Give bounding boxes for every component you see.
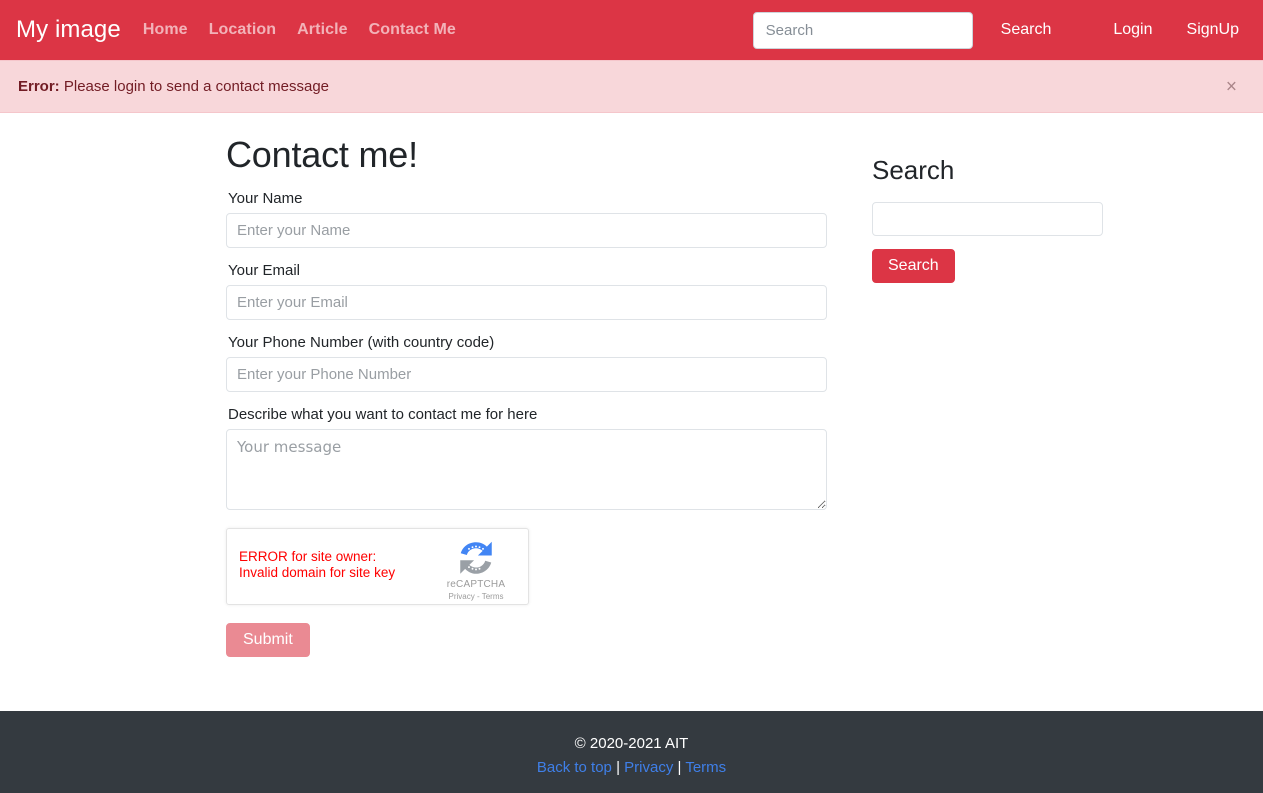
footer: © 2020-2021 AIT Back to top | Privacy | …	[0, 711, 1263, 793]
main-content: Contact me! Your Name Your Email Your Ph…	[0, 113, 1263, 711]
close-icon[interactable]: ×	[1222, 75, 1241, 98]
nav-link-article[interactable]: Article	[297, 21, 348, 39]
terms-link[interactable]: Terms	[685, 759, 726, 776]
page-root: My image Home Location Article Contact M…	[0, 0, 1263, 793]
recaptcha-terms-link[interactable]: Terms	[482, 592, 504, 601]
navbar-search-button[interactable]: Search	[995, 17, 1058, 43]
name-label: Your Name	[228, 190, 303, 208]
recaptcha-legal-links: Privacy - Terms	[438, 592, 514, 601]
privacy-link[interactable]: Privacy	[624, 759, 673, 776]
field-group-name: Your Name	[226, 190, 827, 249]
nav-link-home[interactable]: Home	[143, 21, 188, 39]
recaptcha-error-line2: Invalid domain for site key	[239, 565, 396, 581]
login-link[interactable]: Login	[1113, 21, 1152, 39]
footer-separator-2: |	[677, 759, 682, 776]
recaptcha-error-line1: ERROR for site owner:	[239, 549, 377, 565]
error-alert: Error: Please login to send a contact me…	[0, 60, 1263, 113]
navbar: My image Home Location Article Contact M…	[0, 0, 1263, 60]
signup-link[interactable]: SignUp	[1187, 21, 1239, 39]
recaptcha-widget[interactable]: ERROR for site owner: Invalid domain for…	[226, 528, 529, 606]
sidebar-search-button[interactable]: Search	[872, 249, 955, 284]
email-label: Your Email	[228, 262, 300, 280]
message-field[interactable]	[226, 429, 827, 511]
recaptcha-links-separator: -	[474, 592, 482, 602]
page-title: Contact me!	[226, 134, 418, 175]
navbar-search-input[interactable]	[752, 11, 973, 49]
contact-form: Contact me! Your Name Your Email Your Ph…	[226, 133, 827, 658]
recaptcha-branding: reCAPTCHA Privacy - Terms	[438, 537, 514, 601]
recaptcha-privacy-link[interactable]: Privacy	[449, 592, 475, 601]
nav-link-location[interactable]: Location	[209, 21, 276, 39]
footer-copyright: © 2020-2021 AIT	[574, 735, 689, 752]
nav-links: Home Location Article Contact Me	[143, 21, 456, 39]
footer-links: Back to top | Privacy | Terms	[0, 759, 1263, 776]
recaptcha-brand-label: reCAPTCHA	[446, 579, 506, 591]
sidebar-search-input[interactable]	[872, 202, 1103, 237]
back-to-top-link[interactable]: Back to top	[537, 759, 612, 776]
alert-prefix: Error:	[18, 78, 60, 95]
navbar-right: Search Login SignUp	[752, 11, 1263, 49]
sidebar-search-widget: Search Search	[872, 155, 1103, 284]
submit-button[interactable]: Submit	[226, 623, 310, 658]
field-group-message: Describe what you want to contact me for…	[226, 406, 827, 511]
field-group-phone: Your Phone Number (with country code)	[226, 334, 827, 393]
message-label: Describe what you want to contact me for…	[228, 406, 538, 424]
recaptcha-error-text: ERROR for site owner: Invalid domain for…	[239, 549, 439, 581]
recaptcha-icon	[460, 541, 492, 574]
alert-message: Error: Please login to send a contact me…	[18, 78, 329, 95]
email-field[interactable]	[226, 285, 827, 321]
nav-link-contact-me[interactable]: Contact Me	[369, 21, 456, 39]
alert-body-text: Please login to send a contact message	[63, 78, 330, 95]
footer-separator-1: |	[616, 759, 620, 776]
field-group-email: Your Email	[226, 262, 827, 321]
name-field[interactable]	[226, 213, 827, 249]
phone-field[interactable]	[226, 357, 827, 393]
brand-logo[interactable]: My image	[16, 18, 121, 42]
sidebar-title: Search	[872, 155, 955, 185]
phone-label: Your Phone Number (with country code)	[228, 334, 495, 352]
